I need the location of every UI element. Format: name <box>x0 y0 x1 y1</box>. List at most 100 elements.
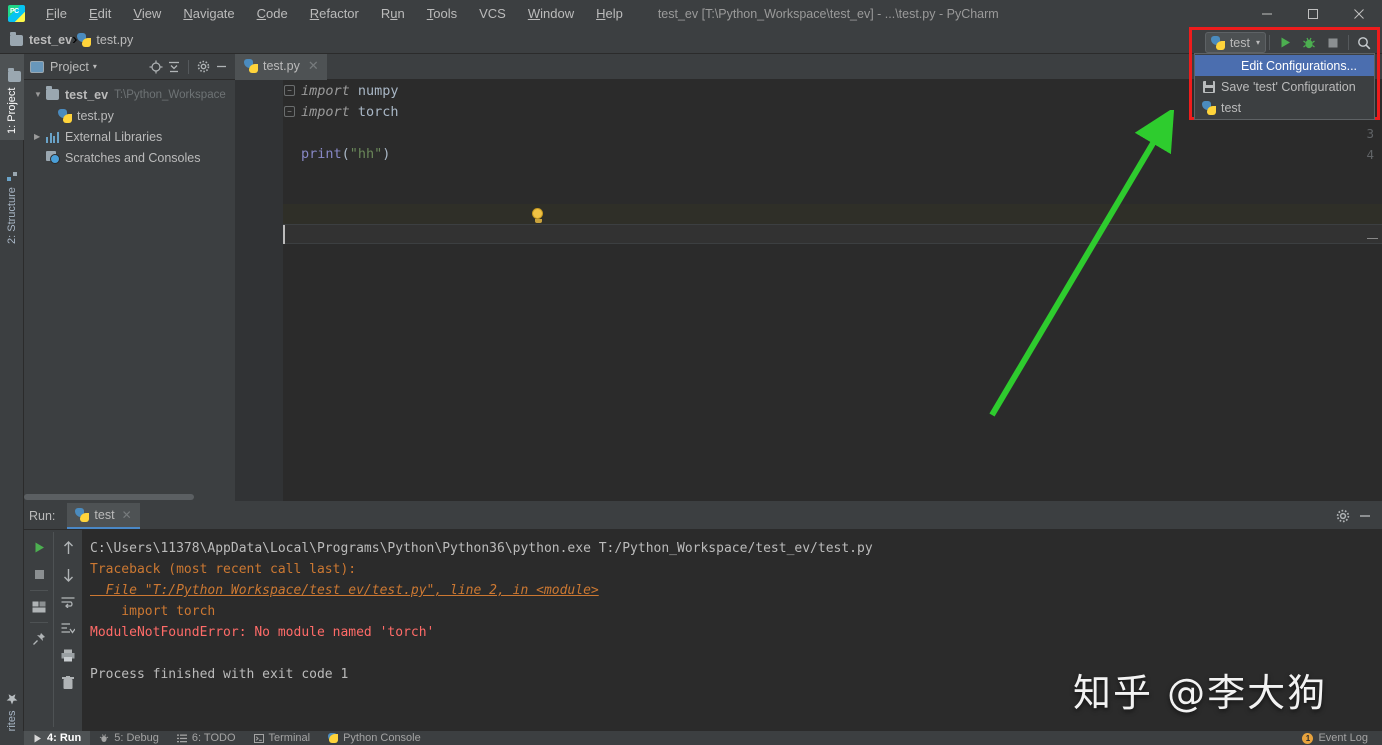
project-toolbar: Project ▾ <box>24 54 235 80</box>
menu-item-refactor[interactable]: Refactor <box>299 3 370 25</box>
code-line-2: import torch <box>301 104 399 120</box>
menu-item-edit-configurations[interactable]: Edit Configurations... <box>1195 55 1374 76</box>
line-3-highlight <box>283 204 1382 224</box>
tree-item-scratches-consoles[interactable]: Scratches and Consoles <box>24 147 235 168</box>
chevron-down-icon[interactable]: ▼ <box>34 90 46 99</box>
tree-item-external-libraries[interactable]: ▶ External Libraries <box>24 126 235 147</box>
clear-all-button[interactable] <box>54 669 82 696</box>
run-button[interactable] <box>1273 32 1297 54</box>
python-icon <box>328 733 339 743</box>
code-token-torch: torch <box>349 104 399 120</box>
menu-item-vcs[interactable]: VCS <box>468 3 517 25</box>
structure-icon <box>6 170 18 182</box>
tree-path-test-ev: T:\Python_Workspace <box>114 88 226 101</box>
gear-icon[interactable] <box>1332 505 1354 527</box>
menu-item-file[interactable]: FFileile <box>35 3 78 25</box>
status-tab-todo[interactable]: 6: TODO <box>168 731 245 745</box>
fold-marker-2[interactable]: − <box>284 106 295 117</box>
hide-panel-icon[interactable] <box>1354 505 1376 527</box>
menu-item-code[interactable]: Code <box>246 3 299 25</box>
close-icon[interactable]: ✕ <box>122 508 132 522</box>
menu-item-navigate[interactable]: Navigate <box>172 3 245 25</box>
stop-button[interactable] <box>1321 32 1345 54</box>
code-token-lparen: ( <box>341 146 350 162</box>
menu-item-help[interactable]: Help <box>585 3 634 25</box>
tree-label-test-py: test.py <box>77 108 114 123</box>
status-tab-run[interactable]: 4: Run <box>24 731 91 745</box>
down-stacktrace-button[interactable] <box>54 561 82 588</box>
menu-item-test-config[interactable]: test <box>1195 97 1374 118</box>
breadcrumb-project-label: test_ev <box>29 33 73 47</box>
python-file-icon <box>244 59 258 73</box>
breadcrumb-file-label: test.py <box>96 33 134 47</box>
up-stacktrace-button[interactable] <box>54 534 82 561</box>
status-tab-python-console-label: Python Console <box>343 732 421 744</box>
breadcrumb-file[interactable]: test.py <box>77 33 133 47</box>
search-button[interactable] <box>1352 32 1376 54</box>
run-configuration-selector[interactable]: test ▾ <box>1204 32 1266 53</box>
status-tab-python-console[interactable]: Python Console <box>319 731 430 745</box>
folder-icon <box>10 31 23 46</box>
python-file-icon <box>58 108 72 123</box>
soft-wrap-button[interactable] <box>54 588 82 615</box>
fold-marker-1[interactable]: − <box>284 85 295 96</box>
scroll-from-source-icon[interactable] <box>147 58 165 76</box>
tree-label-scratches: Scratches and Consoles <box>65 150 201 165</box>
console-line-3[interactable]: File "T:/Python Workspace/test ev/test.p… <box>90 580 1382 601</box>
menu-item-tools[interactable]: Tools <box>416 3 468 25</box>
menu-label-save-configuration: Save 'test' Configuration <box>1221 79 1356 94</box>
code-line-4: print("hh") <box>301 146 390 162</box>
print-button[interactable] <box>54 642 82 669</box>
restore-layout-button[interactable] <box>25 593 53 620</box>
intention-bulb-icon[interactable] <box>532 208 545 223</box>
console-line-2: Traceback (most recent call last): <box>90 562 357 577</box>
editor-tab-label: test.py <box>263 59 300 73</box>
sidebar-tab-project-label: 1: Project <box>6 87 18 134</box>
gear-icon[interactable] <box>194 58 212 76</box>
hide-panel-icon[interactable] <box>212 58 230 76</box>
console-file-link[interactable]: File "T:/Python Workspace/test ev/test.p… <box>90 583 599 598</box>
pin-tab-button[interactable] <box>25 625 53 652</box>
window-title: test_ev [T:\Python_Workspace\test_ev] - … <box>657 6 999 21</box>
maximize-button[interactable] <box>1290 0 1336 27</box>
project-horizontal-scrollbar[interactable] <box>24 493 235 501</box>
star-icon <box>6 693 18 705</box>
menu-item-view[interactable]: View <box>122 3 172 25</box>
status-tab-terminal[interactable]: Terminal <box>245 731 320 745</box>
sidebar-tab-structure[interactable]: 2: Structure <box>0 150 24 250</box>
rerun-button[interactable] <box>25 534 53 561</box>
close-icon[interactable]: ✕ <box>308 58 319 74</box>
tree-label-external-libraries: External Libraries <box>65 129 163 144</box>
editor-tab-test-py[interactable]: test.py ✕ <box>235 54 327 80</box>
run-tab-test[interactable]: test ✕ <box>67 503 140 529</box>
sidebar-tab-project[interactable]: 1: Project <box>0 54 24 140</box>
scroll-to-end-button[interactable] <box>54 615 82 642</box>
status-event-log[interactable]: 1 Event Log <box>1302 731 1382 745</box>
menu-item-edit[interactable]: Edit <box>78 3 122 25</box>
menu-bar: FFileile Edit View Navigate Code Refacto… <box>35 0 634 27</box>
status-bar: 4: Run 5: Debug 6: TODO Terminal Python … <box>0 731 1382 745</box>
tree-item-test-py[interactable]: test.py <box>24 105 235 126</box>
chevron-down-icon[interactable]: ▾ <box>1256 38 1260 47</box>
status-tab-debug[interactable]: 5: Debug <box>90 731 168 745</box>
chevron-right-icon[interactable]: ▶ <box>34 132 46 141</box>
collapse-all-icon[interactable] <box>165 58 183 76</box>
code-token-numpy: numpy <box>349 83 399 99</box>
menu-item-save-configuration[interactable]: Save 'test' Configuration <box>1195 76 1374 97</box>
chevron-down-icon[interactable]: ▾ <box>93 62 97 71</box>
project-tool-window: Project ▾ ▼ test_ev T:\Python_Workspace … <box>24 54 235 495</box>
breadcrumb-project[interactable]: test_ev <box>10 31 73 47</box>
debug-button[interactable] <box>1297 32 1321 54</box>
menu-label-edit-configurations: Edit Configurations... <box>1241 58 1358 73</box>
code-canvas[interactable]: 1 2 3 4 − − import numpy import torch pr… <box>235 80 1382 501</box>
line-number-4: 4 <box>1366 147 1374 162</box>
console-line-5: ModuleNotFoundError: No module named 'to… <box>90 625 435 640</box>
editor-gutter[interactable] <box>235 80 283 501</box>
menu-item-run[interactable]: Run <box>370 3 416 25</box>
close-button[interactable] <box>1336 0 1382 27</box>
stop-process-button[interactable] <box>25 561 53 588</box>
minimize-button[interactable] <box>1244 0 1290 27</box>
scratches-icon <box>46 151 60 164</box>
menu-item-window[interactable]: Window <box>517 3 585 25</box>
tree-item-project-root[interactable]: ▼ test_ev T:\Python_Workspace <box>24 84 235 105</box>
